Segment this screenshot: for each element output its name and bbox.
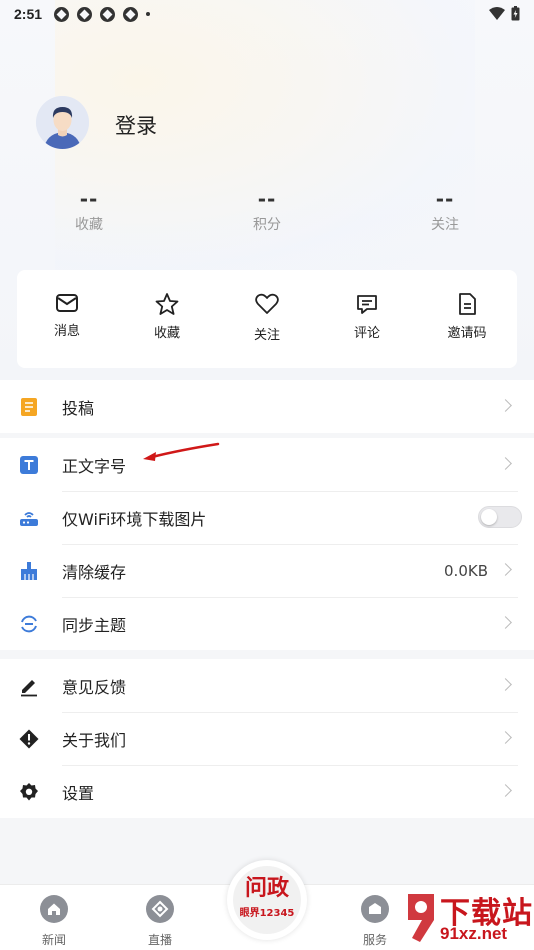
menu-group-display: 正文字号 仅WiFi环境下载图片 清除缓存 0.0KB 同步主题: [0, 438, 534, 650]
menu-item-clear-cache[interactable]: 清除缓存 0.0KB: [0, 544, 534, 597]
stat-following[interactable]: -- 关注: [405, 188, 485, 234]
watermark-url: 91xz.net: [440, 924, 508, 943]
nav-label: 新闻: [41, 933, 66, 947]
document-icon: [459, 293, 476, 315]
wifi-images-toggle[interactable]: [478, 506, 522, 528]
quick-actions-card: 消息 收藏 关注 评论 邀请码: [17, 270, 517, 368]
wenzheng-badge: 问政 眼界12345: [233, 866, 301, 934]
live-icon: [146, 895, 174, 923]
menu-item-submit[interactable]: 投稿: [0, 380, 534, 433]
chevron-right-icon: [499, 731, 512, 744]
more-notifications-icon: [146, 12, 151, 16]
nav-item-service[interactable]: 服务: [345, 895, 405, 948]
pencil-icon: [21, 680, 37, 697]
menu-item-about[interactable]: 关于我们: [0, 712, 534, 765]
notification-icon: [123, 6, 139, 22]
chevron-right-icon: [499, 616, 512, 629]
menu-item-wifi-images[interactable]: 仅WiFi环境下载图片: [0, 491, 534, 544]
notification-icons: [54, 6, 151, 22]
menu-label: 关于我们: [62, 730, 127, 750]
menu-label: 设置: [62, 783, 95, 803]
menu-group-submit: 投稿: [0, 380, 534, 433]
stat-label: 收藏: [75, 217, 103, 233]
info-diamond-icon: [19, 729, 39, 749]
nav-label: 直播: [147, 933, 172, 947]
battery-icon: [511, 6, 520, 21]
quick-action-label: 邀请码: [447, 326, 487, 341]
status-bar: 2:51: [0, 0, 534, 28]
notification-icon: [100, 6, 116, 22]
wenzheng-title: 问政: [244, 875, 289, 901]
menu-item-settings[interactable]: 设置: [0, 765, 534, 818]
chevron-right-icon: [499, 678, 512, 691]
quick-action-label: 收藏: [153, 326, 180, 341]
nav-item-news[interactable]: 新闻: [24, 895, 84, 948]
chevron-right-icon: [499, 563, 512, 576]
status-time: 2:51: [14, 6, 43, 22]
wenzheng-subtitle: 眼界12345: [239, 908, 295, 919]
cache-size-value: 0.0KB: [444, 561, 488, 580]
quick-action-comments[interactable]: 评论: [327, 292, 407, 341]
stats-row: -- 收藏 -- 积分 -- 关注: [0, 188, 534, 238]
chevron-right-icon: [499, 399, 512, 412]
stat-value: --: [79, 187, 99, 211]
menu-label: 仅WiFi环境下载图片: [62, 509, 207, 529]
menu-group-general: 意见反馈 关于我们 设置: [0, 659, 534, 818]
quick-action-follow[interactable]: 关注: [227, 292, 307, 343]
mail-icon: [56, 294, 78, 312]
router-icon: [20, 512, 38, 526]
notification-icon: [54, 6, 70, 22]
avatar[interactable]: [36, 96, 89, 149]
nav-item-live[interactable]: 直播: [130, 895, 190, 948]
menu-label: 正文字号: [62, 456, 127, 476]
watermark-logo-icon: [408, 894, 434, 942]
quick-action-invite-code[interactable]: 邀请码: [427, 292, 507, 341]
quick-action-label: 消息: [53, 324, 80, 339]
notification-icon: [77, 6, 93, 22]
menu-label: 投稿: [62, 398, 95, 418]
submit-icon: [21, 398, 37, 416]
menu-item-sync-theme[interactable]: 同步主题: [0, 597, 534, 650]
nav-label: 服务: [362, 933, 387, 947]
menu-label: 清除缓存: [62, 562, 127, 582]
annotation-arrow: [143, 442, 220, 461]
status-right: [489, 6, 520, 21]
toggle-knob: [481, 509, 497, 525]
menu-item-feedback[interactable]: 意见反馈: [0, 659, 534, 712]
quick-action-label: 关注: [253, 328, 280, 343]
stat-label: 关注: [431, 217, 459, 233]
menu-label: 同步主题: [62, 615, 127, 635]
quick-action-label: 评论: [353, 326, 380, 341]
login-link[interactable]: 登录: [115, 110, 157, 140]
menu-item-font-size[interactable]: 正文字号: [0, 438, 534, 491]
heart-icon: [255, 293, 279, 314]
font-size-icon: [20, 456, 38, 474]
site-watermark: 下载站 91xz.net: [400, 884, 534, 950]
wenzheng-center-button[interactable]: 问政 眼界12345: [227, 860, 307, 940]
sync-icon: [21, 615, 37, 633]
broom-icon: [21, 562, 37, 580]
stat-value: --: [435, 187, 455, 211]
chevron-right-icon: [499, 457, 512, 470]
user-avatar-icon: [36, 96, 89, 149]
service-icon: [361, 895, 389, 923]
stat-value: --: [257, 187, 277, 211]
home-icon: [40, 895, 68, 923]
menu-label: 意见反馈: [62, 677, 127, 697]
wifi-icon: [489, 6, 505, 20]
star-icon: [155, 293, 179, 315]
quick-action-messages[interactable]: 消息: [27, 292, 107, 339]
quick-action-favorites[interactable]: 收藏: [127, 292, 207, 341]
stat-label: 积分: [253, 217, 281, 233]
comment-icon: [357, 295, 377, 314]
gear-icon: [20, 783, 38, 801]
chevron-right-icon: [499, 784, 512, 797]
stat-favorites[interactable]: -- 收藏: [49, 188, 129, 234]
stat-points[interactable]: -- 积分: [227, 188, 307, 234]
